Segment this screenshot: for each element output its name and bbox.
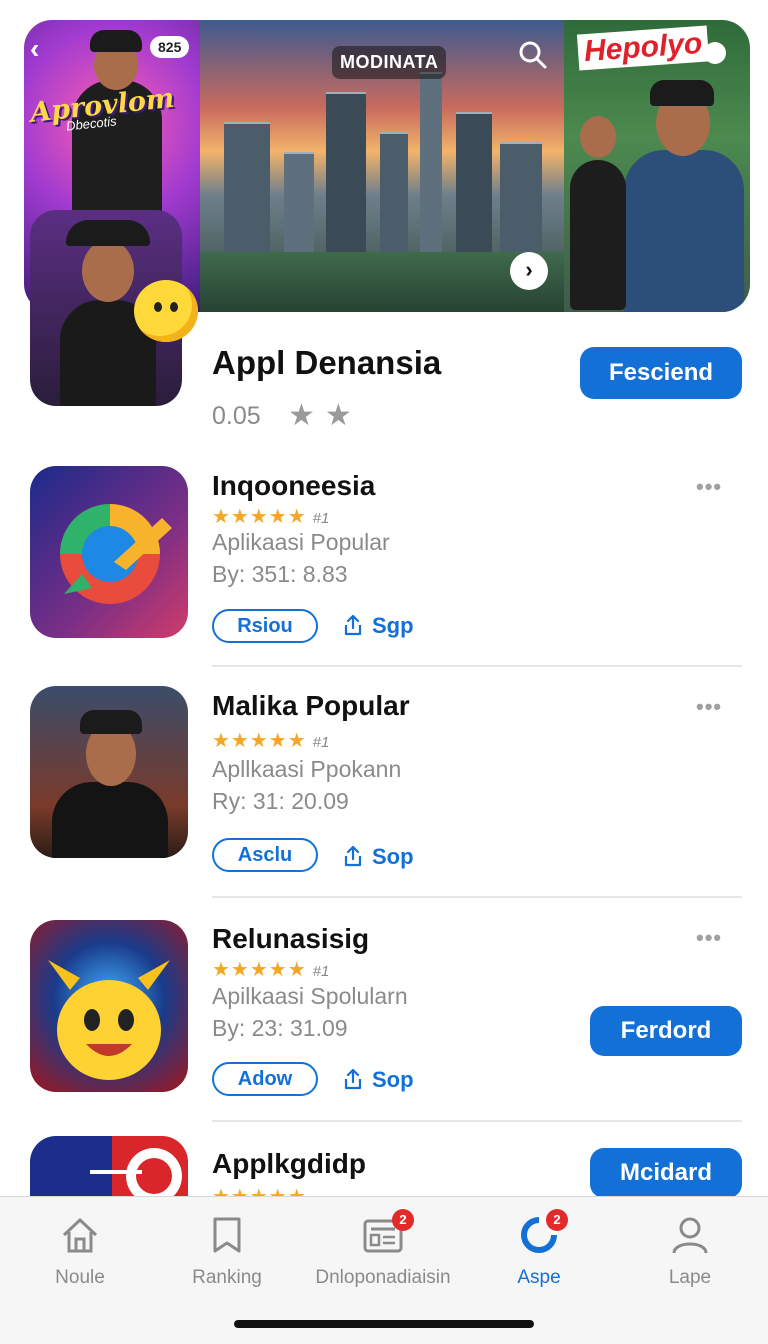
featured-get-button[interactable]: Fesciend xyxy=(580,347,742,399)
app-stars: ★★★★★ #1 xyxy=(212,957,329,982)
app-icon-person-cap xyxy=(80,710,142,734)
featured-rating: 0.05 xyxy=(212,402,261,430)
hero-page-dot xyxy=(704,42,726,64)
bookmark-icon xyxy=(213,1217,241,1253)
app-rank: #1 xyxy=(312,963,330,980)
back-chevron-icon[interactable]: ‹ xyxy=(30,34,54,64)
city-building xyxy=(326,92,366,272)
share-icon xyxy=(344,1068,362,1090)
city-building xyxy=(224,122,270,272)
mascot-eye xyxy=(170,302,178,312)
get-button[interactable]: Ferdord xyxy=(590,1006,742,1056)
notification-badge: 2 xyxy=(546,1209,568,1231)
hero-person xyxy=(624,150,744,312)
tab-news[interactable]: Dnloponadiaisin xyxy=(308,1213,458,1289)
share-label: Sgp xyxy=(372,613,414,638)
featured-person-hat xyxy=(66,220,150,246)
tab-label: Ranking xyxy=(192,1267,262,1288)
more-options-icon[interactable]: ••• xyxy=(696,925,722,951)
app-rank: #1 xyxy=(312,734,330,751)
city-building xyxy=(420,72,442,272)
share-button[interactable]: Sgp xyxy=(342,613,414,639)
tab-home[interactable]: Noule xyxy=(5,1213,155,1289)
mascot-icon xyxy=(134,280,198,342)
app-pill-button[interactable]: Adow xyxy=(212,1062,318,1096)
city-building xyxy=(456,112,492,272)
featured-app-title: Appl Denansia xyxy=(212,344,442,381)
app-byline: By: 23: 31.09 xyxy=(212,1015,348,1041)
app-subtitle: Aplikaasi Popular xyxy=(212,529,390,555)
share-label: Sop xyxy=(372,844,414,869)
chevron-right-icon[interactable]: › xyxy=(510,252,548,290)
smiley-mascot-icon xyxy=(48,960,170,1080)
star-rating: ★★★★★ xyxy=(212,730,307,752)
app-pill-button[interactable]: Asclu xyxy=(212,838,318,872)
city-building xyxy=(380,132,408,272)
hero-count-badge: 825 xyxy=(150,36,190,58)
star-rating: ★★★★★ xyxy=(212,506,307,528)
home-icon xyxy=(62,1218,98,1253)
city-ground xyxy=(200,252,564,312)
hero-person xyxy=(570,160,626,310)
tab-profile[interactable]: Lape xyxy=(615,1213,765,1289)
app-icon[interactable] xyxy=(30,920,188,1092)
app-name: Relunasisig xyxy=(212,923,370,954)
app-stars: ★★★★★ #1 xyxy=(212,504,329,529)
share-icon xyxy=(344,614,362,636)
star-rating: ★★★★★ xyxy=(212,959,307,981)
tab-label: Noule xyxy=(55,1267,105,1288)
more-options-icon[interactable]: ••• xyxy=(696,474,722,500)
tab-apps[interactable]: Aspe xyxy=(464,1213,614,1289)
hero-person-cap xyxy=(650,80,714,106)
app-icon[interactable] xyxy=(30,1136,188,1198)
app-name: Inqooneesia xyxy=(212,470,376,501)
app-pill-button[interactable]: Rsiou xyxy=(212,609,318,643)
hero-person-cap xyxy=(90,30,142,52)
app-subtitle: Apilkaasi Spolularn xyxy=(212,983,408,1009)
more-options-icon[interactable]: ••• xyxy=(696,694,722,720)
app-icon[interactable] xyxy=(30,686,188,858)
share-button[interactable]: Sop xyxy=(342,844,414,870)
notification-badge: 2 xyxy=(392,1209,414,1231)
app-rank: #1 xyxy=(312,510,330,527)
divider xyxy=(212,1120,742,1122)
tab-label: Aspe xyxy=(517,1267,561,1288)
app-stars: ★★★★★ #1 xyxy=(212,728,329,753)
app-byline: Ry: 31: 20.09 xyxy=(212,788,349,814)
app-name: Malika Popular xyxy=(212,690,410,721)
featured-stars: ★★ xyxy=(288,399,362,432)
share-button[interactable]: Sop xyxy=(342,1067,414,1093)
app-byline: By: 351: 8.83 xyxy=(212,561,348,587)
divider xyxy=(212,665,742,667)
tab-ranking[interactable]: Ranking xyxy=(152,1213,302,1289)
tab-label: Lape xyxy=(668,1267,712,1288)
get-button[interactable]: Mcidard xyxy=(590,1148,742,1198)
mascot-eye xyxy=(154,302,162,312)
app-icon-person xyxy=(52,782,168,858)
search-icon[interactable] xyxy=(518,40,548,70)
chat-pen-icon xyxy=(60,504,172,604)
divider xyxy=(212,896,742,898)
home-indicator xyxy=(234,1320,534,1328)
hero-city-logo: MODINATA xyxy=(332,46,447,79)
featured-person-head xyxy=(82,240,134,302)
share-label: Sop xyxy=(372,1067,414,1092)
hero-person-head xyxy=(580,116,616,158)
app-subtitle: Apllkaasi Ppokann xyxy=(212,756,402,782)
person-icon xyxy=(672,1217,708,1254)
app-name: Applkgdidp xyxy=(212,1148,366,1179)
share-icon xyxy=(344,845,362,867)
target-arrow-icon xyxy=(90,1148,182,1198)
app-icon[interactable] xyxy=(30,466,188,638)
tab-label: Dnloponadiaisin xyxy=(315,1267,451,1288)
